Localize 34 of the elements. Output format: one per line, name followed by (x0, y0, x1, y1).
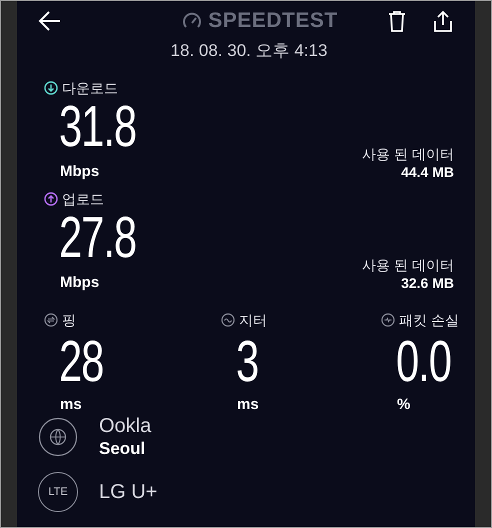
app-title: SPEEDTEST (208, 8, 338, 34)
result-unit: Mbps (60, 274, 100, 292)
upload-icon (44, 192, 58, 206)
metric-value: 3 (236, 338, 260, 382)
metric-value: 0.0 (396, 338, 452, 382)
result-unit: Mbps (60, 163, 100, 181)
test-date: 18. 08. 30. 오후 4:13 (170, 41, 328, 61)
data-used-label: 사용 된 데이터 (362, 145, 454, 163)
metric-label: 지터 (239, 310, 267, 330)
ping-icon (44, 313, 58, 327)
metric-label: 패킷 손실 (399, 310, 459, 330)
trash-icon[interactable] (388, 10, 406, 32)
server-provider: Ookla (99, 414, 152, 438)
result-value: 27.8 (59, 214, 136, 262)
result-label: 업로드 (62, 190, 104, 208)
server-location: Seoul (99, 438, 146, 460)
data-used-value: 32.6 MB (401, 274, 454, 292)
result-value: 31.8 (59, 103, 136, 151)
globe-icon (38, 417, 78, 457)
network-type-badge: LTE (38, 472, 78, 512)
metric-label: 핑 (62, 310, 76, 330)
pulse-icon (381, 313, 395, 327)
result-label: 다운로드 (62, 78, 118, 98)
metric-value: 28 (59, 338, 104, 382)
back-arrow-icon[interactable] (38, 11, 62, 31)
data-used-value: 44.4 MB (401, 163, 454, 181)
carrier-name: LG U+ (99, 480, 158, 504)
wave-icon (221, 313, 235, 327)
share-icon[interactable] (433, 10, 453, 32)
download-icon (44, 81, 58, 95)
metric-unit: ms (60, 396, 83, 414)
data-used-label: 사용 된 데이터 (362, 256, 454, 274)
metric-unit: ms (237, 396, 260, 414)
metric-unit: % (397, 396, 412, 414)
